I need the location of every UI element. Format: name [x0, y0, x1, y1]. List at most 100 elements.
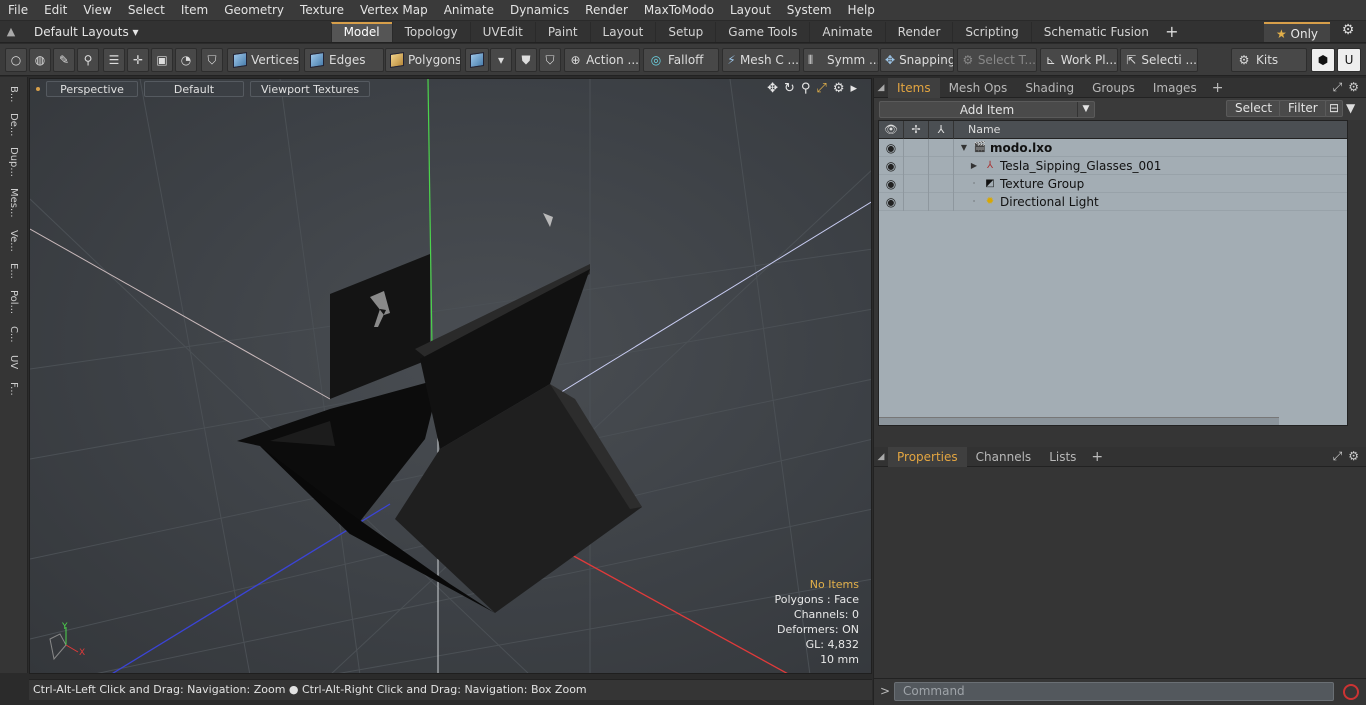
- symmetry-button[interactable]: ⫴ Symm ...: [803, 48, 879, 72]
- left-tab-vertex[interactable]: Ve...: [4, 227, 22, 255]
- tab-model[interactable]: Model: [330, 21, 392, 42]
- viewport-more-icon[interactable]: ▸: [850, 81, 857, 96]
- tab-uvedit[interactable]: UVEdit: [469, 21, 535, 42]
- tab-properties[interactable]: Properties: [888, 446, 967, 467]
- name-column-header[interactable]: Name: [954, 123, 1000, 136]
- menu-maxtomodo[interactable]: MaxToModo: [636, 0, 722, 21]
- expand-icon[interactable]: ⤢: [1333, 449, 1343, 464]
- horizontal-scrollbar[interactable]: [879, 417, 1279, 425]
- menu-dynamics[interactable]: Dynamics: [502, 0, 577, 21]
- work-plane-button[interactable]: ⊾ Work Pl...: [1040, 48, 1118, 72]
- menu-geometry[interactable]: Geometry: [216, 0, 292, 21]
- add-item-dropdown[interactable]: Add Item ▼: [879, 100, 1095, 118]
- left-tab-deform[interactable]: De...: [4, 111, 22, 139]
- shading-dropdown[interactable]: Default: [144, 81, 244, 97]
- funnel-icon[interactable]: ▼: [1346, 101, 1355, 115]
- gear-icon[interactable]: ⚙: [1336, 22, 1360, 42]
- collapse-up-icon[interactable]: ▲: [0, 25, 22, 38]
- align-icon[interactable]: ☰: [103, 48, 125, 72]
- only-toggle[interactable]: ★ Only: [1264, 22, 1330, 42]
- add-panel-tab-icon[interactable]: +: [1206, 80, 1230, 96]
- panel-gear-icon[interactable]: ⚙: [1348, 80, 1359, 95]
- eye-icon[interactable]: ◉: [879, 138, 904, 157]
- filter-button[interactable]: Filter: [1279, 100, 1327, 117]
- edges-button[interactable]: Edges: [304, 48, 384, 72]
- menu-edit[interactable]: Edit: [36, 0, 75, 21]
- type-col-icon[interactable]: ⅄: [929, 120, 954, 139]
- shield-white-icon[interactable]: ⛉: [539, 48, 561, 72]
- record-icon[interactable]: [1343, 684, 1359, 700]
- viewport-textures-dropdown[interactable]: Viewport Textures: [250, 81, 371, 97]
- center-icon[interactable]: ✛: [127, 48, 149, 72]
- viewport-gear-icon[interactable]: ⚙: [833, 81, 845, 96]
- action-button[interactable]: ⊕ Action ...: [564, 48, 640, 72]
- item-mode-icon[interactable]: [465, 48, 489, 72]
- unity-icon[interactable]: ⬢: [1311, 48, 1335, 72]
- left-tab-curve[interactable]: C...: [4, 322, 22, 346]
- left-tab-basic[interactable]: B...: [4, 83, 22, 105]
- list-item-directional-light[interactable]: ◉ · ✹ Directional Light: [879, 192, 1347, 211]
- selection-button[interactable]: ⇱ Selecti ...: [1120, 48, 1198, 72]
- list-item-modo-lxo[interactable]: ◉ ▼ 🎬 modo.lxo: [879, 138, 1347, 157]
- lock-col-icon[interactable]: ✢: [904, 120, 929, 139]
- add-tab-icon[interactable]: +: [1161, 22, 1183, 41]
- rotate-icon[interactable]: ◔: [175, 48, 197, 72]
- panel-gear-icon[interactable]: ⚙: [1348, 449, 1359, 464]
- chevron-down-icon[interactable]: ▾: [490, 48, 512, 72]
- tesla-sipping-glasses-model[interactable]: [237, 254, 642, 613]
- shield-blue-icon[interactable]: ⛊: [515, 48, 537, 72]
- vertices-button[interactable]: Vertices: [227, 48, 300, 72]
- visibility-col-icon[interactable]: 👁: [879, 120, 904, 139]
- tab-animate[interactable]: Animate: [809, 21, 884, 42]
- shield-mode-icon[interactable]: ⛉: [201, 48, 223, 72]
- falloff-button[interactable]: ◎ Falloff: [643, 48, 719, 72]
- expand-arrow-icon[interactable]: ▼: [958, 143, 970, 152]
- tab-setup[interactable]: Setup: [655, 21, 715, 42]
- items-menu-icon[interactable]: ◢: [874, 83, 888, 93]
- 3d-viewport[interactable]: Y X Perspective Default Viewport Texture…: [29, 78, 872, 674]
- unreal-icon[interactable]: U: [1337, 48, 1361, 72]
- command-input[interactable]: Command: [894, 682, 1334, 701]
- menu-system[interactable]: System: [779, 0, 840, 21]
- mesh-constraints-button[interactable]: ⚡ Mesh C ...: [722, 48, 800, 72]
- select-through-button[interactable]: ⚙ Select T...: [957, 48, 1037, 72]
- list-item-tesla[interactable]: ◉ ▶ ⅄ Tesla_Sipping_Glasses_001: [879, 156, 1347, 175]
- expand-icon[interactable]: ⤢: [1333, 80, 1343, 95]
- tab-scripting[interactable]: Scripting: [952, 21, 1030, 42]
- collapse-icon[interactable]: ⊟: [1325, 100, 1344, 117]
- tab-game-tools[interactable]: Game Tools: [715, 21, 809, 42]
- eye-icon[interactable]: ◉: [879, 192, 904, 211]
- tab-layout[interactable]: Layout: [589, 21, 656, 42]
- tab-topology[interactable]: Topology: [391, 21, 470, 42]
- select-button[interactable]: Select: [1226, 100, 1282, 117]
- left-tab-duplicate[interactable]: Dup...: [4, 145, 22, 179]
- menu-item[interactable]: Item: [173, 0, 216, 21]
- eye-icon[interactable]: ◉: [879, 156, 904, 175]
- tab-schematic-fusion[interactable]: Schematic Fusion: [1030, 21, 1161, 42]
- menu-render[interactable]: Render: [577, 0, 636, 21]
- kits-button[interactable]: ⚙ Kits: [1231, 48, 1307, 72]
- left-tab-polygon[interactable]: Pol...: [4, 287, 22, 317]
- menu-help[interactable]: Help: [840, 0, 883, 21]
- viewport-menu-dot[interactable]: [36, 87, 40, 91]
- expand-arrow-icon[interactable]: ▶: [968, 161, 980, 170]
- list-item-texture-group[interactable]: ◉ · ◩ Texture Group: [879, 174, 1347, 193]
- polygons-button[interactable]: Polygons: [385, 48, 461, 72]
- menu-layout[interactable]: Layout: [722, 0, 779, 21]
- properties-menu-icon[interactable]: ◢: [874, 452, 888, 462]
- snapping-button[interactable]: ✥ Snapping: [880, 48, 954, 72]
- orbit-icon[interactable]: ↻: [784, 81, 795, 96]
- tab-channels[interactable]: Channels: [967, 447, 1041, 467]
- tab-groups[interactable]: Groups: [1083, 78, 1144, 98]
- move-view-icon[interactable]: ✥: [767, 81, 778, 96]
- menu-select[interactable]: Select: [120, 0, 173, 21]
- frame-icon[interactable]: ▣: [151, 48, 173, 72]
- tab-items[interactable]: Items: [888, 77, 940, 98]
- circle-select-icon[interactable]: ○: [5, 48, 27, 72]
- menu-animate[interactable]: Animate: [436, 0, 502, 21]
- pen-icon[interactable]: ✎: [53, 48, 75, 72]
- menu-texture[interactable]: Texture: [292, 0, 352, 21]
- menu-view[interactable]: View: [75, 0, 119, 21]
- tab-lists[interactable]: Lists: [1040, 447, 1085, 467]
- tab-mesh-ops[interactable]: Mesh Ops: [940, 78, 1017, 98]
